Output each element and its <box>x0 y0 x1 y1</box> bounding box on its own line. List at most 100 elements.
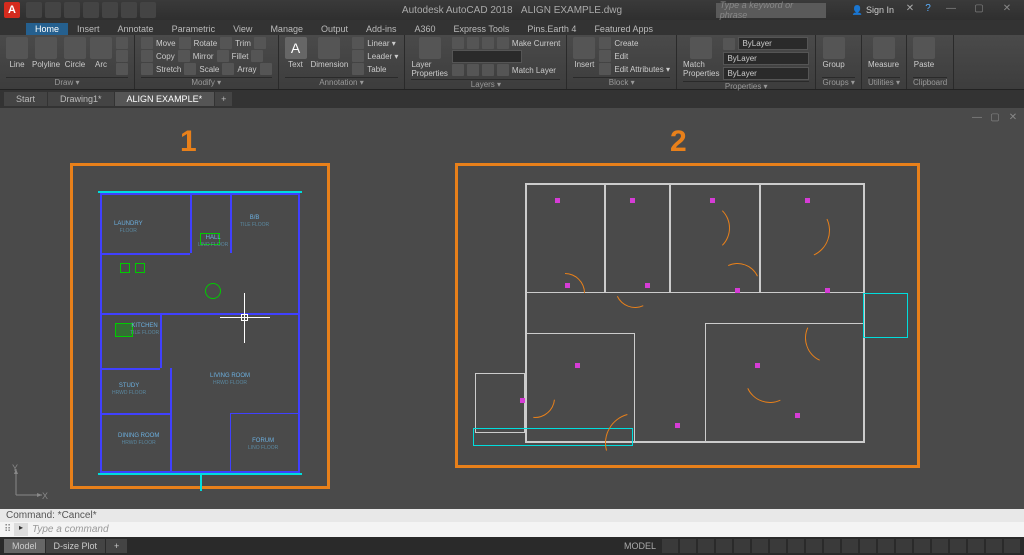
status-hardware-icon[interactable] <box>968 539 984 553</box>
panel-label-layers[interactable]: Layers ▾ <box>411 79 560 89</box>
qat-save-icon[interactable] <box>64 2 80 18</box>
tab-parametric[interactable]: Parametric <box>163 23 225 35</box>
color-combo[interactable]: ByLayer <box>738 37 808 50</box>
match-properties-button[interactable]: Match Properties <box>683 37 719 78</box>
status-cycling-icon[interactable] <box>824 539 840 553</box>
view-maximize-icon[interactable]: ▢ <box>988 112 1002 126</box>
scale-icon[interactable] <box>184 63 196 75</box>
drawing-canvas[interactable]: ― ▢ ✕ 1 LAUNDRYFLOOR B/BTILE FLOOR HALLL… <box>0 108 1024 509</box>
tab-expresstools[interactable]: Express Tools <box>445 23 519 35</box>
doc-tab-alignexample[interactable]: ALIGN EXAMPLE* <box>115 92 215 106</box>
panel-label-modify[interactable]: Modify ▾ <box>141 77 271 89</box>
create-block-button[interactable]: Create <box>599 37 670 49</box>
measure-button[interactable]: Measure <box>868 37 899 69</box>
tab-view[interactable]: View <box>224 23 261 35</box>
panel-label-draw[interactable]: Draw ▾ <box>6 77 128 89</box>
signin-button[interactable]: 👤 Sign In <box>852 5 894 16</box>
qat-saveas-icon[interactable] <box>83 2 99 18</box>
edit-attributes-button[interactable]: Edit Attributes ▾ <box>599 63 670 75</box>
doc-tab-drawing1[interactable]: Drawing1* <box>48 92 114 106</box>
tab-output[interactable]: Output <box>312 23 357 35</box>
layout-tab-new[interactable]: + <box>106 539 127 553</box>
command-input[interactable]: Type a command <box>32 524 109 535</box>
stretch-icon[interactable] <box>141 63 153 75</box>
panel-label-groups[interactable]: Groups ▾ <box>822 77 854 89</box>
status-grid-icon[interactable] <box>662 539 678 553</box>
status-otrack-icon[interactable] <box>770 539 786 553</box>
view-close-icon[interactable]: ✕ <box>1006 112 1020 126</box>
panel-label-block[interactable]: Block ▾ <box>573 77 670 89</box>
status-3dosnap-icon[interactable] <box>752 539 768 553</box>
qat-undo-icon[interactable] <box>121 2 137 18</box>
status-polar-icon[interactable] <box>716 539 732 553</box>
command-grip-icon[interactable]: ⠿ <box>4 524 14 535</box>
arc-button[interactable]: Arc <box>90 37 112 69</box>
tab-featuredapps[interactable]: Featured Apps <box>585 23 662 35</box>
lineweight-combo[interactable]: ByLayer <box>723 52 809 65</box>
dimension-button[interactable]: Dimension <box>311 37 349 69</box>
layout-tab-dsize[interactable]: D-size Plot <box>46 539 106 553</box>
copy-icon[interactable] <box>141 50 153 62</box>
draw-misc2-icon[interactable] <box>116 50 128 62</box>
rotate-icon[interactable] <box>179 37 191 49</box>
command-recent-icon[interactable]: ▸ <box>14 523 28 536</box>
linetype-combo[interactable]: ByLayer <box>723 67 809 80</box>
status-osnap-icon[interactable] <box>734 539 750 553</box>
tab-home[interactable]: Home <box>26 23 68 35</box>
line-button[interactable]: Line <box>6 37 28 69</box>
status-lwt-icon[interactable] <box>788 539 804 553</box>
linear-button[interactable]: Linear ▾ <box>352 37 398 49</box>
minimize-button[interactable]: ― <box>938 3 964 17</box>
make-current-button[interactable] <box>497 37 509 49</box>
status-cleanscreen-icon[interactable] <box>986 539 1002 553</box>
tab-insert[interactable]: Insert <box>68 23 109 35</box>
text-button[interactable]: AText <box>285 37 307 69</box>
draw-misc1-icon[interactable] <box>116 37 128 49</box>
status-annomonitor-icon[interactable] <box>878 539 894 553</box>
draw-misc3-icon[interactable] <box>116 63 128 75</box>
edit-block-button[interactable]: Edit <box>599 50 670 62</box>
match-layer-button[interactable] <box>497 64 509 76</box>
mirror-icon[interactable] <box>178 50 190 62</box>
status-ortho-icon[interactable] <box>698 539 714 553</box>
qat-open-icon[interactable] <box>45 2 61 18</box>
close-button[interactable]: ✕ <box>994 3 1020 17</box>
circle-button[interactable]: Circle <box>64 37 86 69</box>
exchange-icon[interactable]: ✕ <box>902 3 918 17</box>
tab-annotate[interactable]: Annotate <box>109 23 163 35</box>
group-button[interactable]: Group <box>822 37 844 69</box>
help-search-input[interactable]: Type a keyword or phrase <box>716 3 826 18</box>
trim-icon[interactable] <box>220 37 232 49</box>
tab-manage[interactable]: Manage <box>261 23 312 35</box>
leader-button[interactable]: Leader ▾ <box>352 50 398 62</box>
status-annoscale-icon[interactable] <box>842 539 858 553</box>
panel-label-utilities[interactable]: Utilities ▾ <box>868 77 900 89</box>
insert-button[interactable]: Insert <box>573 37 595 69</box>
status-lock-icon[interactable] <box>932 539 948 553</box>
doc-tab-new[interactable]: + <box>215 92 232 106</box>
infocenter-icon[interactable] <box>828 3 844 17</box>
app-logo[interactable]: A <box>4 2 20 18</box>
move-icon[interactable] <box>141 37 153 49</box>
status-isolate-icon[interactable] <box>950 539 966 553</box>
panel-label-clipboard[interactable]: Clipboard <box>913 77 947 89</box>
layer-properties-button[interactable]: Layer Properties <box>411 37 447 78</box>
status-units-icon[interactable] <box>896 539 912 553</box>
table-button[interactable]: Table <box>352 63 398 75</box>
qat-new-icon[interactable] <box>26 2 42 18</box>
help-icon[interactable]: ? <box>920 3 936 17</box>
layer-combo[interactable] <box>452 50 522 63</box>
polyline-button[interactable]: Polyline <box>32 37 60 69</box>
status-workspace-icon[interactable] <box>860 539 876 553</box>
panel-label-properties[interactable]: Properties ▾ <box>683 81 809 91</box>
paste-button[interactable]: Paste <box>913 37 935 69</box>
status-customize-icon[interactable] <box>1004 539 1020 553</box>
array-icon[interactable] <box>222 63 234 75</box>
fillet-icon[interactable] <box>217 50 229 62</box>
doc-tab-start[interactable]: Start <box>4 92 47 106</box>
qat-redo-icon[interactable] <box>140 2 156 18</box>
tab-addins[interactable]: Add-ins <box>357 23 406 35</box>
tab-a360[interactable]: A360 <box>406 23 445 35</box>
view-minimize-icon[interactable]: ― <box>970 112 984 126</box>
status-snap-icon[interactable] <box>680 539 696 553</box>
